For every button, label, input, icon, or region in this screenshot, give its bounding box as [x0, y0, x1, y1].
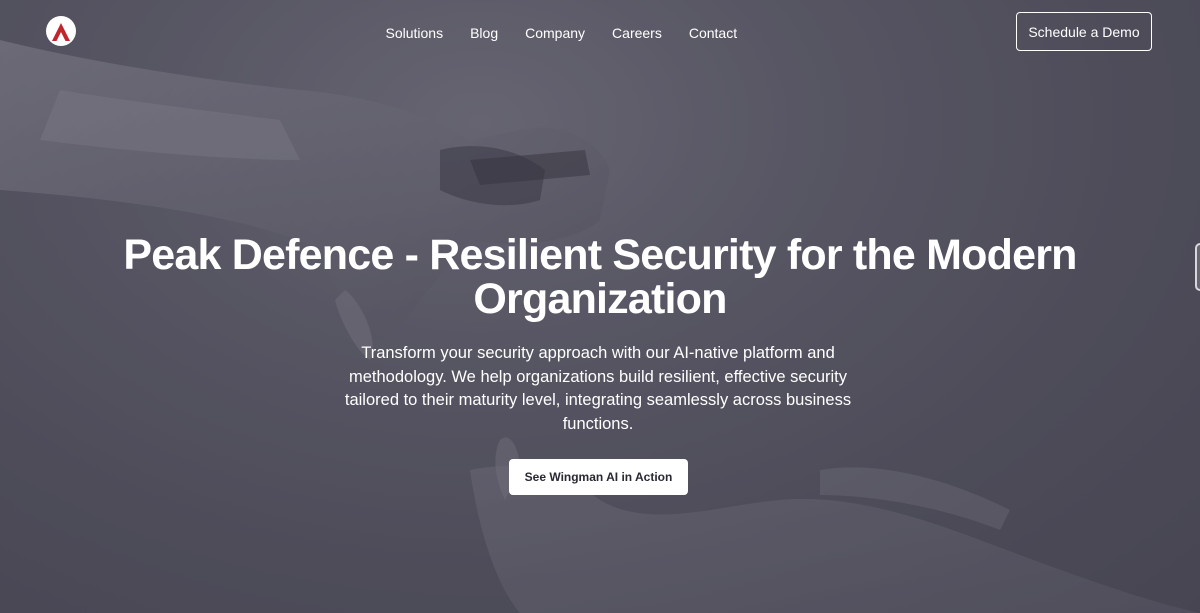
hero-headline-line2: Organization [473, 275, 727, 323]
see-wingman-ai-button[interactable]: See Wingman AI in Action [509, 459, 688, 495]
hero-headline: Peak Defence - Resilient Security for th… [60, 233, 1140, 321]
nav-link-company[interactable]: Company [512, 24, 599, 42]
hero-subtext: Transform your security approach with ou… [344, 344, 852, 433]
hero-headline-line1: Peak Defence - Resilient Security for th… [123, 231, 1077, 279]
nav-link-careers[interactable]: Careers [599, 24, 676, 42]
nav-link-blog[interactable]: Blog [457, 24, 512, 42]
side-tab-handle[interactable] [1195, 243, 1200, 291]
nav-link-solutions[interactable]: Solutions [372, 24, 457, 42]
schedule-demo-button[interactable]: Schedule a Demo [1016, 12, 1152, 51]
nav-link-contact[interactable]: Contact [675, 24, 750, 42]
main-nav: Solutions Blog Company Careers Contact [372, 24, 751, 42]
hero-section: Solutions Blog Company Careers Contact S… [0, 0, 1200, 613]
mountain-peak-icon[interactable] [46, 16, 76, 46]
